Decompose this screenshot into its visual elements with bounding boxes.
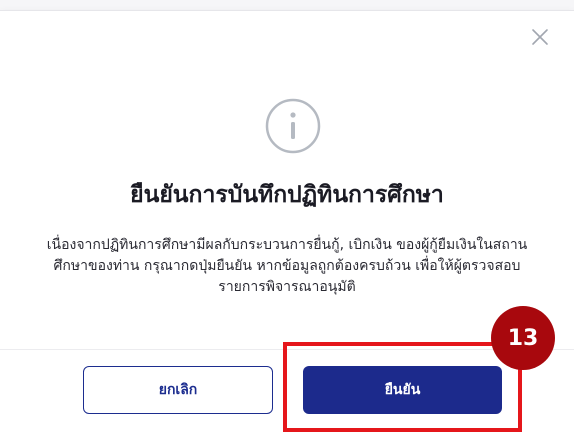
dialog-title: ยืนยันการบันทึกปฏิทินการศึกษา [130,182,444,208]
message-line: ศึกษาของท่าน กรุณากดปุ่มยืนยัน หากข้อมูล… [53,258,521,274]
highlight-box [283,342,522,432]
info-circle-icon [264,97,322,155]
message-line: เนื่องจากปฏิทินการศึกษามีผลกับกระบวนการย… [46,237,528,253]
step-number-badge: 13 [491,306,555,370]
close-icon[interactable] [528,25,552,49]
message-line: รายการพิจารณาอนุมัติ [218,279,356,295]
dialog-message: เนื่องจากปฏิทินการศึกษามีผลกับกระบวนการย… [30,235,544,298]
cancel-button[interactable]: ยกเลิก [83,366,273,414]
